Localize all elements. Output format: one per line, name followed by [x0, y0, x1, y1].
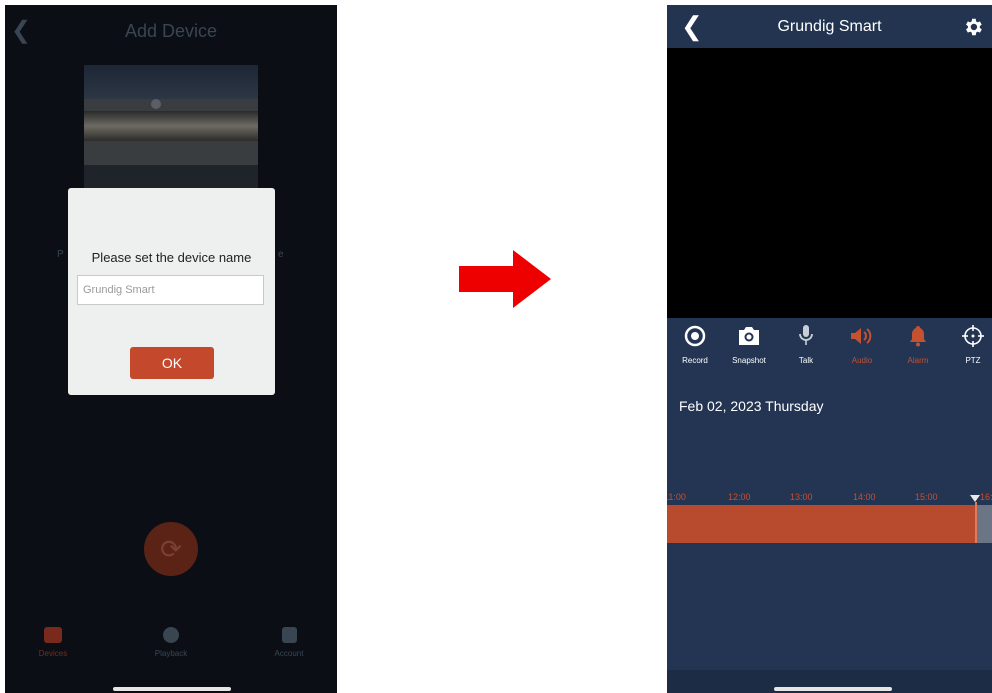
home-indicator [113, 687, 231, 691]
audio-label: Audio [851, 356, 873, 365]
tab-account[interactable]: Account [254, 627, 324, 658]
alarm-label: Alarm [907, 356, 929, 365]
tab-devices-label: Devices [38, 649, 68, 658]
timeline-tick: 14:00 [853, 492, 876, 502]
timeline-tick: 12:00 [728, 492, 751, 502]
timeline-empty-segment [976, 505, 992, 543]
record-label: Record [682, 356, 708, 365]
home-indicator [774, 687, 892, 691]
device-title: Grundig Smart [777, 18, 882, 35]
play-circle-icon [163, 627, 179, 643]
tab-devices[interactable]: Devices [18, 627, 88, 658]
audio-button[interactable]: Audio [837, 323, 887, 365]
refresh-button[interactable]: ⟳ [144, 522, 198, 576]
hint-text-left: P [57, 249, 64, 260]
video-player[interactable] [667, 48, 992, 318]
record-button[interactable]: Record [670, 323, 720, 365]
left-phone-screen: ❮ Add Device P e ⟳ Devices Playback Acco… [5, 5, 337, 693]
snapshot-label: Snapshot [732, 356, 766, 365]
playback-date: Feb 02, 2023 Thursday [679, 398, 824, 414]
tab-playback-label: Playback [154, 649, 188, 658]
camera-icon [44, 627, 62, 643]
account-icon [281, 627, 297, 643]
talk-button[interactable]: Talk [781, 323, 831, 365]
page-title: Add Device [124, 21, 218, 41]
right-phone-screen: ❮ Grundig Smart Record Snapshot Talk Aud… [667, 5, 992, 693]
speaker-icon [851, 328, 872, 344]
device-name-input[interactable] [77, 275, 264, 305]
alarm-button[interactable]: Alarm [893, 323, 943, 365]
bell-icon [910, 326, 926, 347]
timeline-tick: 13:00 [790, 492, 813, 502]
ptz-button[interactable]: PTZ [948, 323, 992, 365]
crosshair-icon [962, 325, 984, 347]
hint-text-right: e [278, 249, 284, 260]
timeline-tick: 15:00 [915, 492, 938, 502]
device-name-dialog: Please set the device name OK [68, 188, 275, 395]
tab-playback[interactable]: Playback [136, 627, 206, 658]
camera-preview [84, 65, 258, 195]
header-bar: ❮ Grundig Smart [667, 5, 992, 48]
timeline-marker-icon[interactable] [970, 495, 980, 502]
record-icon [684, 325, 706, 347]
timeline-tick: 16: [980, 492, 992, 502]
camera-icon [739, 327, 759, 345]
microphone-icon [799, 325, 813, 345]
dialog-title: Please set the device name [91, 250, 252, 265]
ok-button[interactable]: OK [130, 347, 214, 379]
recording-timeline[interactable] [667, 505, 976, 543]
gear-icon[interactable] [962, 16, 984, 38]
tab-account-label: Account [274, 649, 304, 658]
timeline-tick: 11:00 [667, 492, 686, 502]
snapshot-button[interactable]: Snapshot [724, 323, 774, 365]
refresh-icon: ⟳ [160, 534, 182, 564]
timeline-cursor[interactable] [975, 502, 977, 543]
arrow-right-icon [459, 250, 551, 308]
talk-label: Talk [798, 356, 814, 365]
ptz-label: PTZ [965, 356, 981, 365]
